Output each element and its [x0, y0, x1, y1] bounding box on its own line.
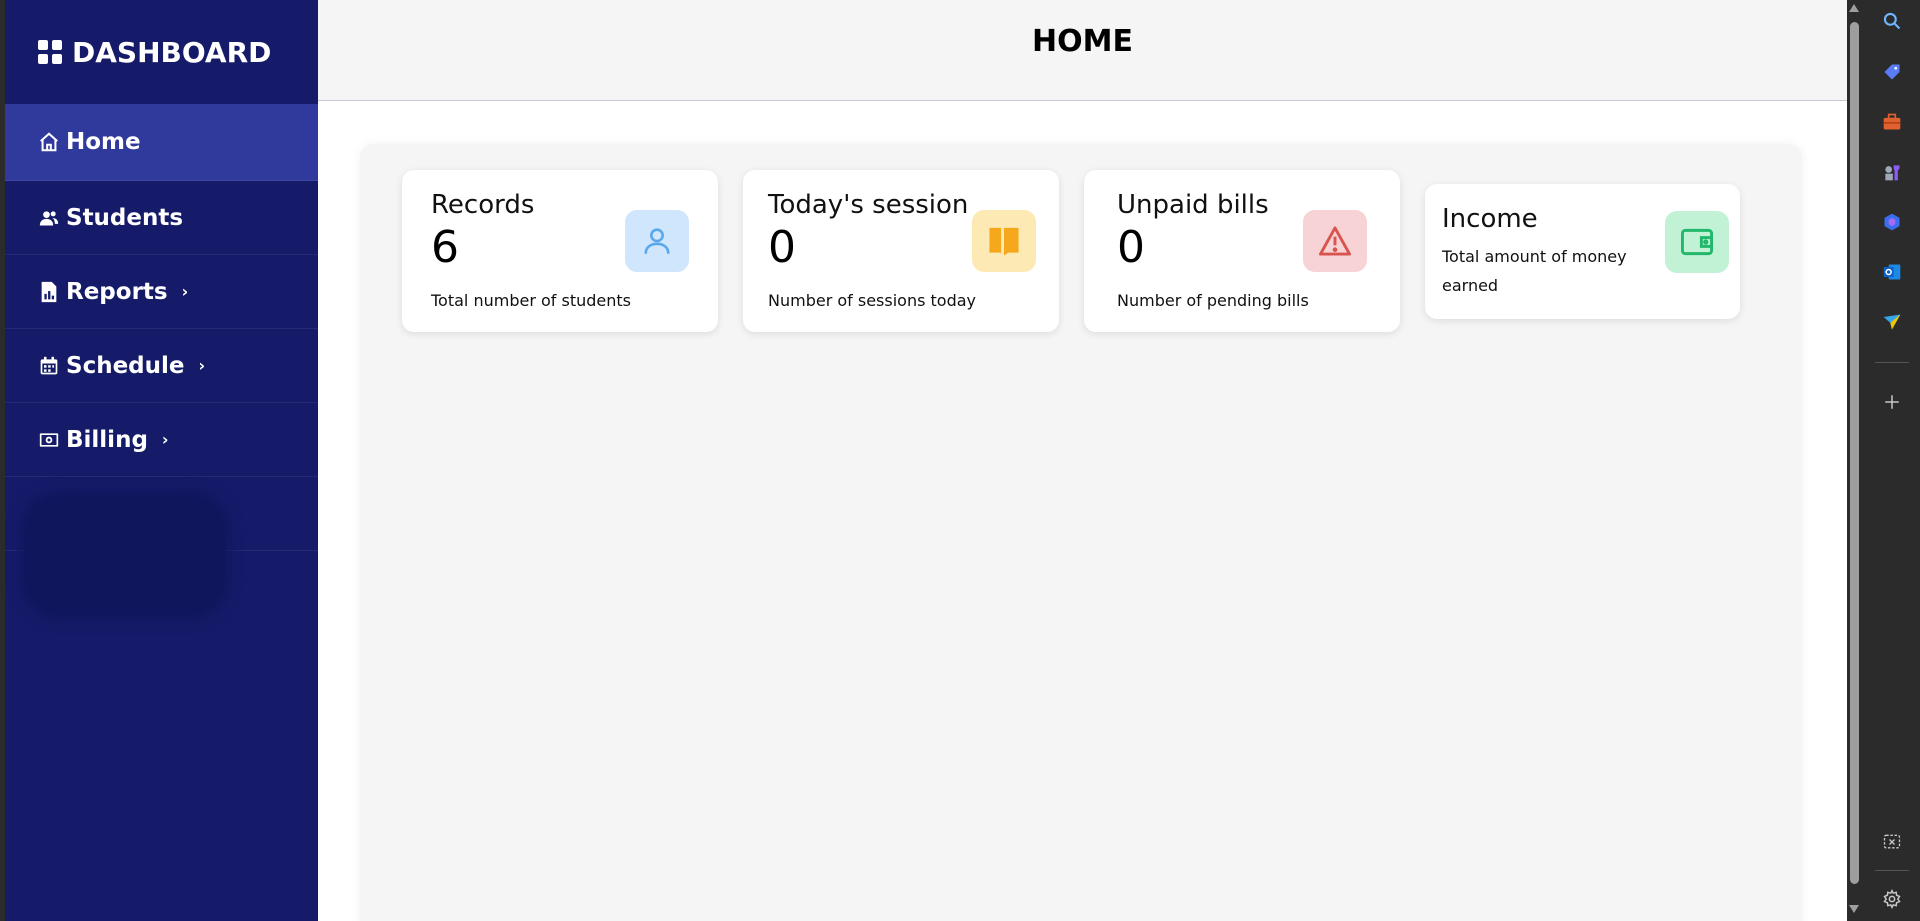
card-description: Number of pending bills — [1117, 291, 1309, 310]
main-content: HOME Records 6 Total number of students … — [318, 0, 1847, 921]
card-value: 6 — [431, 222, 459, 273]
card-todays-session[interactable]: Today's session 0 Number of sessions tod… — [743, 170, 1059, 332]
card-title: Unpaid bills — [1117, 190, 1269, 220]
chess-icon[interactable] — [1881, 161, 1903, 183]
sidebar-item-reports[interactable]: Reports › — [5, 255, 318, 329]
chevron-right-icon: › — [181, 282, 189, 301]
money-icon — [38, 429, 60, 451]
brand[interactable]: DASHBOARD — [5, 0, 318, 104]
sidebar-item-home[interactable]: Home — [5, 104, 318, 181]
scroll-down-arrow[interactable] — [1849, 905, 1859, 913]
screenshot-icon[interactable] — [1881, 831, 1903, 853]
chevron-right-icon: › — [161, 430, 169, 449]
page-title: HOME — [1032, 23, 1133, 59]
sidebar-item-label: Home — [66, 129, 141, 155]
book-icon — [972, 210, 1036, 272]
card-description-line: Total amount of money — [1442, 247, 1627, 266]
card-records[interactable]: Records 6 Total number of students — [402, 170, 718, 332]
report-icon — [38, 281, 60, 303]
sidebar-item-billing[interactable]: Billing › — [5, 403, 318, 477]
blurred-overlay — [20, 490, 230, 620]
send-icon[interactable] — [1881, 311, 1903, 333]
card-title: Records — [431, 190, 535, 220]
dashboard-icon — [38, 40, 62, 64]
copilot-icon[interactable] — [1881, 211, 1903, 233]
wallet-icon — [1665, 211, 1729, 273]
card-unpaid-bills[interactable]: Unpaid bills 0 Number of pending bills — [1084, 170, 1400, 332]
home-icon — [38, 131, 60, 153]
plus-icon[interactable] — [1881, 391, 1903, 413]
card-value: 0 — [1117, 222, 1145, 273]
divider — [1875, 362, 1909, 363]
chevron-right-icon: › — [198, 356, 206, 375]
sidebar-item-schedule[interactable]: Schedule › — [5, 329, 318, 403]
divider — [1875, 870, 1909, 871]
user-icon — [625, 210, 689, 272]
header: HOME — [318, 0, 1847, 101]
users-icon — [38, 207, 60, 229]
settings-icon[interactable] — [1881, 888, 1903, 910]
search-icon[interactable] — [1881, 10, 1903, 32]
card-income[interactable]: Income Total amount of money earned — [1425, 184, 1740, 319]
card-description: Total number of students — [431, 291, 631, 310]
sidebar-item-label: Reports — [66, 278, 168, 305]
sidebar-item-label: Billing — [66, 426, 148, 453]
warning-icon — [1303, 210, 1367, 272]
calendar-icon — [38, 355, 60, 377]
briefcase-icon[interactable] — [1881, 111, 1903, 133]
card-value: 0 — [768, 222, 796, 273]
card-title: Income — [1442, 204, 1538, 234]
browser-side-panel — [1862, 0, 1920, 921]
card-description-line: earned — [1442, 276, 1499, 295]
scrollbar[interactable] — [1847, 0, 1862, 921]
card-title: Today's session — [768, 190, 969, 220]
sidebar-item-label: Schedule — [66, 352, 185, 379]
scrollbar-thumb[interactable] — [1850, 22, 1859, 884]
sidebar-item-students[interactable]: Students — [5, 181, 318, 255]
sidebar: DASHBOARD Home Students Reports › Schedu… — [5, 0, 318, 921]
sidebar-item-label: Students — [66, 204, 184, 231]
scroll-up-arrow[interactable] — [1849, 4, 1859, 12]
card-description: Total amount of money earned — [1442, 242, 1627, 300]
card-description: Number of sessions today — [768, 291, 977, 310]
tag-icon[interactable] — [1881, 61, 1903, 83]
brand-label: DASHBOARD — [72, 35, 272, 69]
outlook-icon[interactable] — [1881, 261, 1903, 283]
cards-panel: Records 6 Total number of students Today… — [360, 144, 1802, 921]
